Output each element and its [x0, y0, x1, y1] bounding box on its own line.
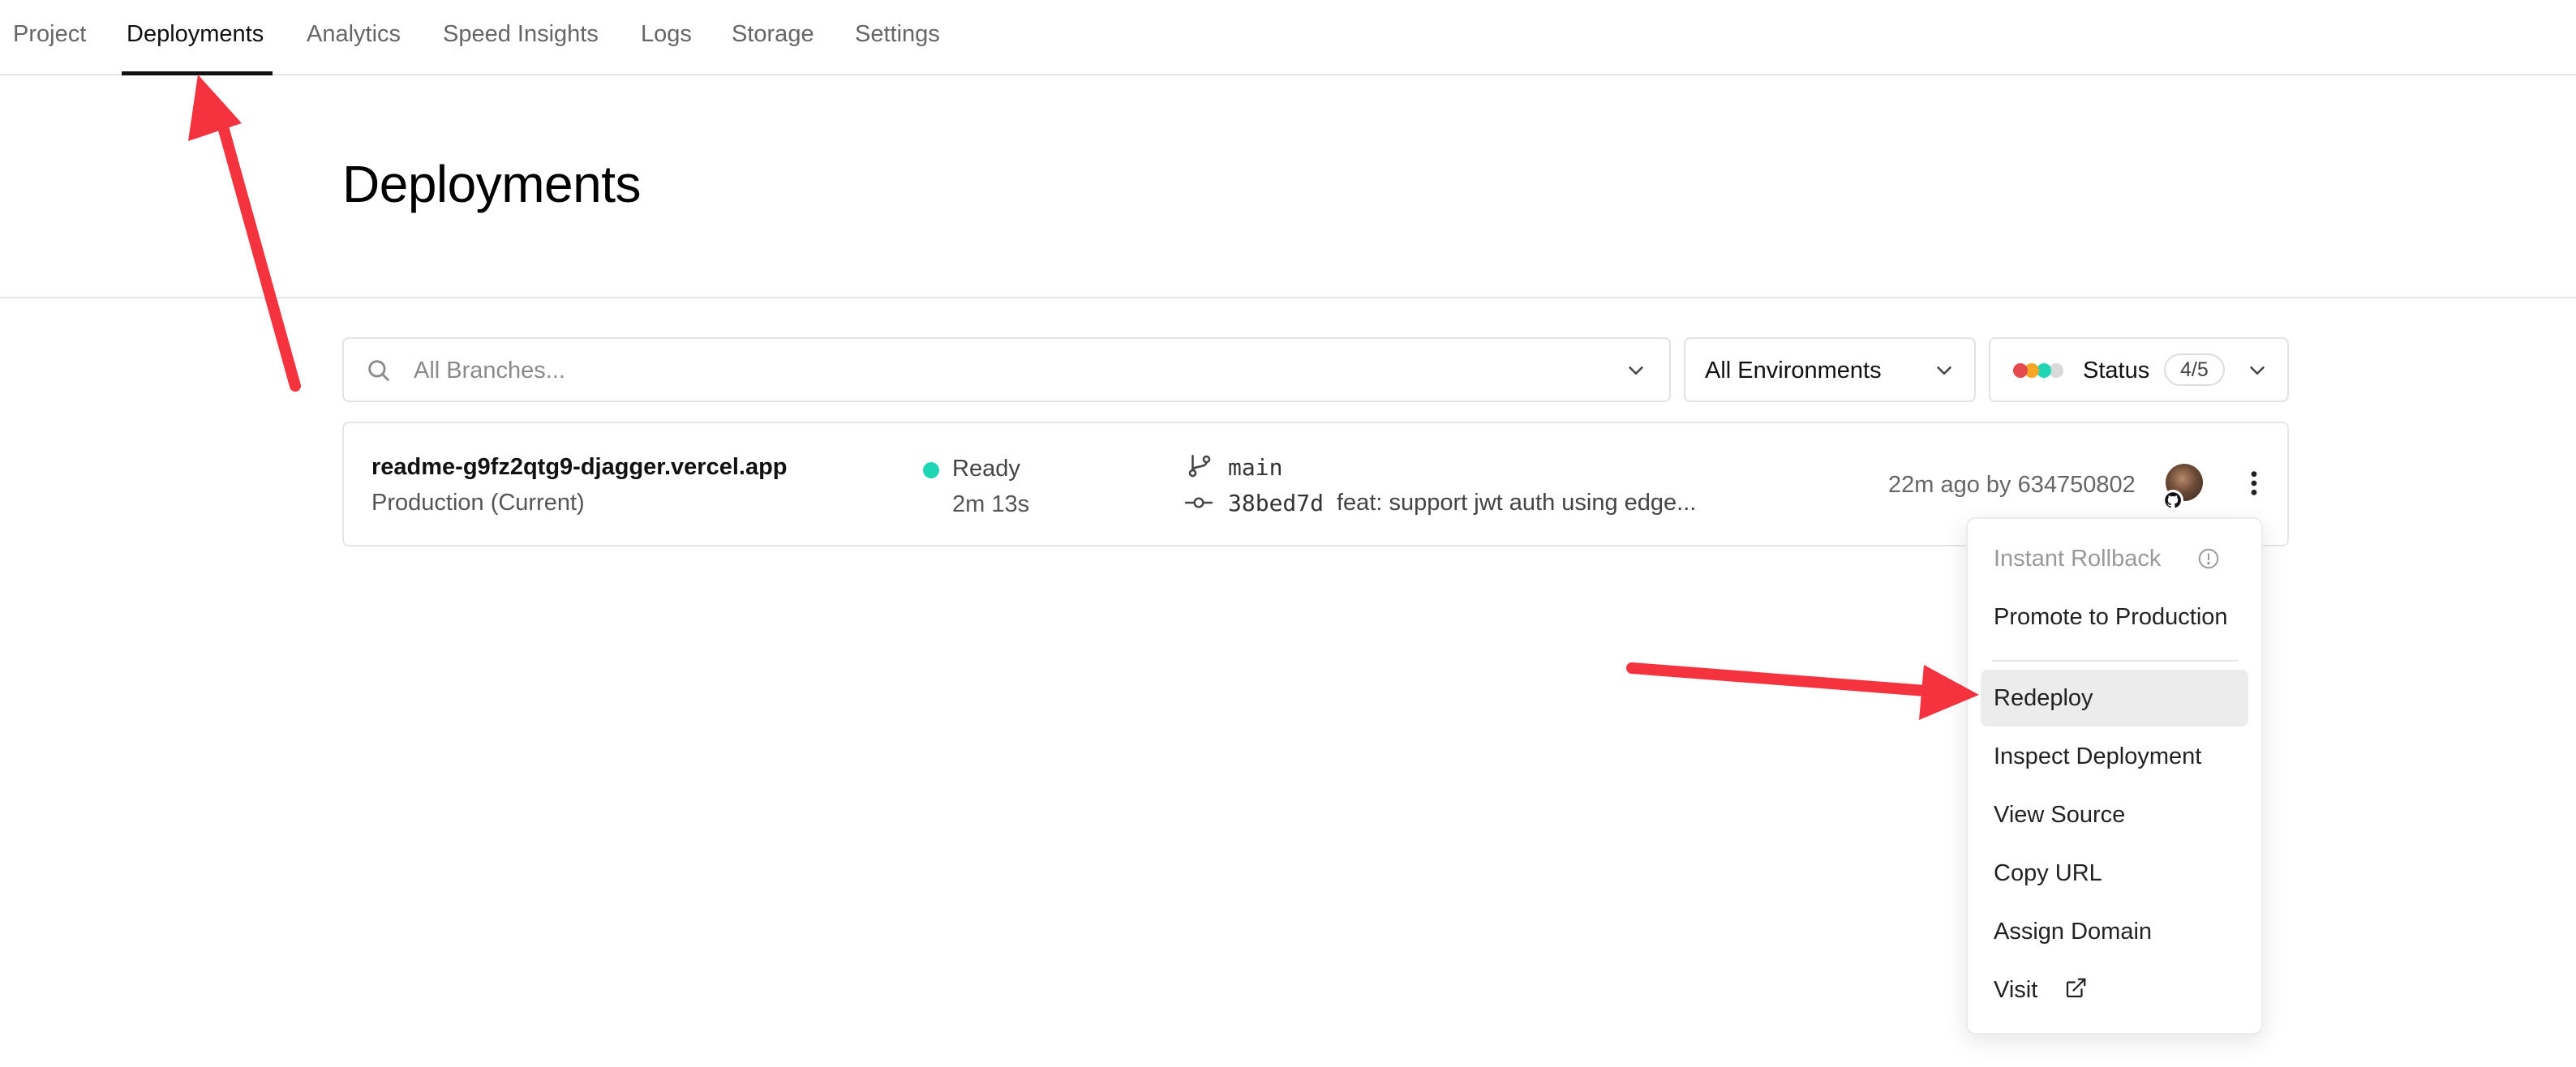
- status-dots-icon: [2013, 363, 2063, 378]
- menu-item-label: Inspect Deployment: [1994, 743, 2202, 769]
- git-branch-icon: [1188, 454, 1211, 478]
- deployment-status: Ready: [952, 456, 1020, 482]
- annotation-arrow-deployments-tab: [188, 75, 301, 392]
- deployment-environment: Production (Current): [371, 490, 585, 516]
- branch-name[interactable]: main: [1228, 454, 1282, 481]
- external-link-icon: [2066, 978, 2086, 998]
- tab-speed-insights[interactable]: Speed Insights: [443, 21, 599, 48]
- annotation-arrow-redeploy: [1626, 662, 1979, 720]
- header-divider: [0, 297, 2576, 298]
- tab-storage[interactable]: Storage: [732, 21, 814, 48]
- git-commit-icon: [1184, 497, 1213, 508]
- menu-item-label: Assign Domain: [1994, 919, 2153, 945]
- environment-select[interactable]: All Environments: [1684, 337, 1976, 402]
- chevron-down-icon: [2250, 366, 2265, 375]
- menu-item-label: Visit: [1994, 977, 2038, 1003]
- menu-item-instant-rollback: Instant Rollback: [1981, 530, 2248, 587]
- menu-item-label: Redeploy: [1994, 685, 2093, 711]
- menu-divider: [1992, 660, 2239, 662]
- menu-item-label: Instant Rollback: [1994, 546, 2162, 572]
- environment-select-value: All Environments: [1705, 358, 1882, 384]
- more-options-button[interactable]: [2240, 467, 2268, 499]
- tab-project[interactable]: Project: [13, 21, 86, 48]
- tab-analytics[interactable]: Analytics: [307, 21, 401, 48]
- menu-item-view-source[interactable]: View Source: [1981, 786, 2248, 843]
- top-nav: Project Deployments Analytics Speed Insi…: [0, 0, 2576, 75]
- commit-hash[interactable]: 38bed7d: [1228, 490, 1324, 516]
- status-select-label: Status: [2083, 358, 2150, 384]
- branch-search-input[interactable]: All Branches...: [342, 337, 1671, 402]
- chevron-down-icon: [1937, 366, 1951, 375]
- github-icon: [2162, 490, 2183, 511]
- tab-logs[interactable]: Logs: [641, 21, 692, 48]
- menu-item-label: View Source: [1994, 802, 2126, 828]
- info-icon: [2198, 548, 2219, 569]
- status-indicator: [923, 462, 939, 478]
- menu-item-label: Promote to Production: [1994, 604, 2228, 630]
- page-title: Deployments: [342, 155, 642, 213]
- menu-item-visit[interactable]: Visit: [1981, 962, 2248, 1018]
- menu-item-assign-domain[interactable]: Assign Domain: [1981, 903, 2248, 960]
- tab-settings[interactable]: Settings: [855, 21, 940, 48]
- menu-item-inspect-deployment[interactable]: Inspect Deployment: [1981, 728, 2248, 785]
- status-count-badge: 4/5: [2164, 354, 2225, 386]
- tab-deployments[interactable]: Deployments: [127, 21, 264, 48]
- menu-item-redeploy[interactable]: Redeploy: [1981, 670, 2248, 726]
- search-placeholder: All Branches...: [414, 358, 565, 384]
- menu-item-promote-to-production[interactable]: Promote to Production: [1981, 589, 2248, 645]
- deployment-duration: 2m 13s: [952, 491, 1030, 517]
- status-select[interactable]: Status 4/5: [1989, 337, 2289, 402]
- commit-message[interactable]: feat: support jwt auth using edge...: [1337, 490, 1696, 516]
- deployment-meta: 22m ago by 634750802: [1888, 472, 2136, 498]
- menu-item-copy-url[interactable]: Copy URL: [1981, 845, 2248, 902]
- deployment-actions-menu: Instant Rollback Promote to Production R…: [1966, 517, 2263, 1035]
- search-icon: [368, 360, 389, 381]
- active-tab-indicator: [122, 71, 273, 75]
- chevron-down-icon: [1629, 366, 1643, 375]
- deployment-url[interactable]: readme-g9fz2qtg9-djagger.vercel.app: [371, 454, 788, 481]
- menu-item-label: Copy URL: [1994, 860, 2102, 886]
